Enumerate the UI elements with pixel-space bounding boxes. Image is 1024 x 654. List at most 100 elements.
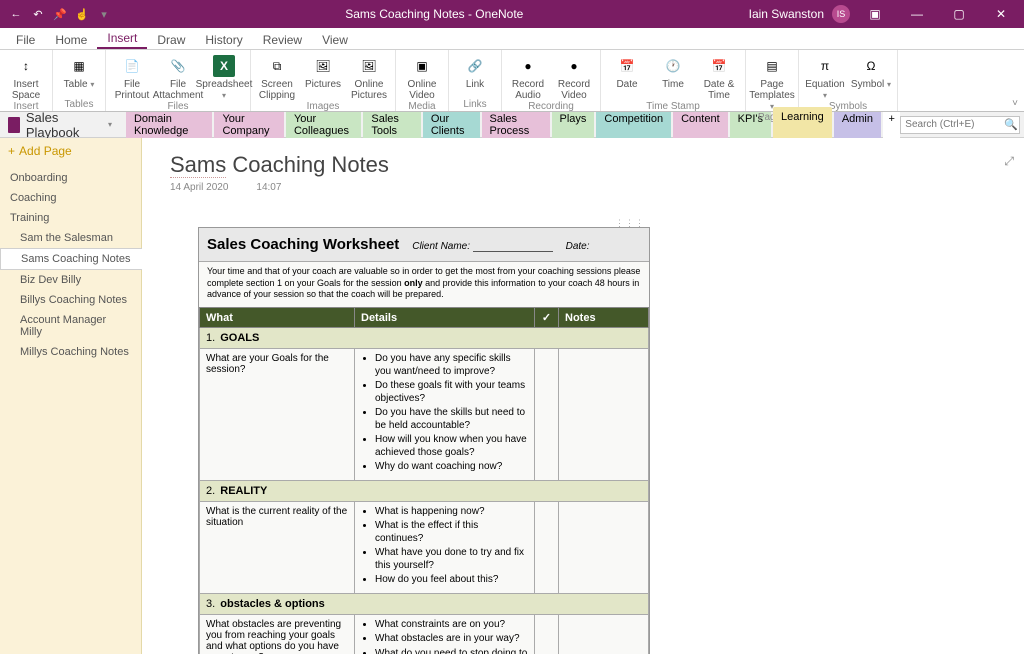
menu-tab-review[interactable]: Review (253, 29, 312, 49)
section-tab-plays[interactable]: Plays (552, 109, 595, 141)
menu-tab-file[interactable]: File (6, 29, 45, 49)
page-item-training[interactable]: Training (0, 208, 141, 228)
ribbon-record-video[interactable]: ●Record Video (552, 53, 596, 101)
ribbon-online-pictures[interactable]: 🖼Online Pictures (347, 53, 391, 101)
ribbon-link[interactable]: 🔗Link (453, 53, 497, 99)
ws-check (535, 349, 559, 481)
page-item-billys-coaching-notes[interactable]: Billys Coaching Notes (0, 290, 141, 310)
page-time[interactable]: 14:07 (256, 182, 281, 193)
th-check: ✓ (535, 308, 559, 328)
page-title[interactable]: Sams Coaching Notes (170, 152, 996, 178)
ws-detail-item: How do you feel about this? (375, 574, 528, 587)
ws-notes (559, 614, 649, 654)
ribbon-item-label: Screen Clipping (259, 79, 295, 101)
spreadsheet-icon: X (213, 55, 235, 77)
ribbon-group-recording: ●Record Audio●Record VideoRecording (502, 50, 601, 111)
record-video-icon: ● (563, 55, 585, 77)
ribbon-screen-clipping[interactable]: ⧉Screen Clipping (255, 53, 299, 101)
undo-icon[interactable]: ↶ (30, 6, 46, 22)
page-date[interactable]: 14 April 2020 (170, 182, 228, 193)
page-item-sams-coaching-notes[interactable]: Sams Coaching Notes (0, 248, 142, 270)
notebook-picker[interactable]: Sales Playbook ▾ (0, 112, 120, 137)
page-item-biz-dev-billy[interactable]: Biz Dev Billy (0, 270, 141, 290)
minimize-button[interactable]: — (900, 0, 934, 28)
menu-tab-draw[interactable]: Draw (147, 29, 195, 49)
page-item-account-manager-milly[interactable]: Account Manager Milly (0, 310, 141, 342)
ribbon-symbol[interactable]: ΩSymbol ▾ (849, 53, 893, 101)
ws-details: What constraints are on you?What obstacl… (355, 614, 535, 654)
add-section-button[interactable]: + (883, 109, 900, 141)
maximize-button[interactable]: ▢ (942, 0, 976, 28)
th-details: Details (355, 308, 535, 328)
ribbon-date-&-time[interactable]: 📅Date & Time (697, 53, 741, 101)
worksheet-container[interactable]: ⋮⋮⋮ Sales Coaching Worksheet Client Name… (198, 227, 650, 654)
search-icon[interactable]: 🔍 (1004, 118, 1018, 131)
ribbon-file-printout[interactable]: 📄File Printout (110, 53, 154, 101)
ribbon-time[interactable]: 🕐Time (651, 53, 695, 101)
worksheet-title: Sales Coaching Worksheet (207, 236, 399, 253)
avatar[interactable]: IS (832, 5, 850, 23)
ribbon-record-audio[interactable]: ●Record Audio (506, 53, 550, 101)
ws-detail-item: Why do want coaching now? (375, 461, 528, 474)
ribbon-item-label: Online Pictures (351, 79, 387, 101)
ribbon-insert-space[interactable]: ↕Insert Space (4, 53, 48, 101)
add-page-button[interactable]: + Add Page (0, 138, 141, 164)
online-pictures-icon: 🖼 (358, 55, 380, 77)
section-tab-your-company[interactable]: Your Company (214, 109, 284, 141)
chevron-down-icon: ▾ (108, 120, 112, 129)
section-tab-learning[interactable]: Learning (773, 107, 832, 139)
ribbon-group-label: Insert (0, 101, 52, 113)
qat-caret[interactable]: ▾ (96, 6, 112, 22)
window-title: Sams Coaching Notes - OneNote (120, 7, 749, 21)
page-item-millys-coaching-notes[interactable]: Millys Coaching Notes (0, 342, 141, 362)
ribbon-item-label: Link (466, 79, 484, 90)
section-tab-competition[interactable]: Competition (596, 109, 671, 141)
section-tab-content[interactable]: Content (673, 109, 728, 141)
menu-tab-insert[interactable]: Insert (97, 27, 147, 49)
ws-what: What obstacles are preventing you from r… (200, 614, 355, 654)
ribbon-online-video[interactable]: ▣Online Video (400, 53, 444, 101)
ws-detail-item: What have you done to try and fix this y… (375, 547, 528, 572)
touch-icon[interactable]: ☝ (74, 6, 90, 22)
ribbon-pictures[interactable]: 🖼Pictures (301, 53, 345, 101)
menu-tab-history[interactable]: History (195, 29, 252, 49)
ws-notes (559, 501, 649, 593)
ribbon-file-attachment[interactable]: 📎File Attachment (156, 53, 200, 101)
ribbon-spreadsheet[interactable]: XSpreadsheet ▾ (202, 53, 246, 101)
section-tab-sales-tools[interactable]: Sales Tools (363, 109, 420, 141)
ribbon-item-label: Spreadsheet ▾ (196, 79, 253, 101)
section-tab-domain-knowledge[interactable]: Domain Knowledge (126, 109, 213, 141)
page-canvas[interactable]: ⤢ Sams Coaching Notes 14 April 2020 14:0… (142, 138, 1024, 654)
ribbon-date[interactable]: 📅Date (605, 53, 649, 101)
insert-space-icon: ↕ (15, 55, 37, 77)
ws-section-goals: 1. GOALS (200, 328, 649, 349)
menu-tab-view[interactable]: View (312, 29, 358, 49)
ribbon-group-symbols: πEquation ▾ΩSymbol ▾Symbols (799, 50, 898, 111)
section-tab-our-clients[interactable]: Our Clients (423, 109, 480, 141)
page-item-onboarding[interactable]: Onboarding (0, 168, 141, 188)
section-tab-sales-process[interactable]: Sales Process (482, 109, 550, 141)
collapse-ribbon-icon[interactable]: ˅ (1012, 98, 1018, 109)
ribbon-item-label: Date & Time (704, 79, 735, 101)
ribbon-mode-icon[interactable]: ▣ (858, 0, 892, 28)
menu-tab-home[interactable]: Home (45, 29, 97, 49)
user-name[interactable]: Iain Swanston (749, 7, 824, 21)
section-bar: Sales Playbook ▾ Domain KnowledgeYour Co… (0, 112, 1024, 138)
page-list-panel: + Add Page OnboardingCoachingTrainingSam… (0, 138, 142, 654)
ribbon-group-media: ▣Online VideoMedia (396, 50, 449, 111)
ribbon-equation[interactable]: πEquation ▾ (803, 53, 847, 101)
search-input[interactable] (900, 116, 1020, 134)
ribbon-table[interactable]: ▦Table ▾ (57, 53, 101, 99)
back-icon[interactable]: ← (8, 6, 24, 22)
drag-handle-icon[interactable]: ⋮⋮⋮ (615, 218, 645, 229)
page-item-coaching[interactable]: Coaching (0, 188, 141, 208)
ribbon-page-templates[interactable]: ▤Page Templates ▾ (750, 53, 794, 112)
section-tab-your-colleagues[interactable]: Your Colleagues (286, 109, 361, 141)
pin-icon[interactable]: 📌 (52, 6, 68, 22)
close-button[interactable]: ✕ (984, 0, 1018, 28)
date-&-time-icon: 📅 (708, 55, 730, 77)
fullscreen-icon[interactable]: ⤢ (1004, 154, 1014, 169)
ws-detail-item: Do you have any specific skills you want… (375, 353, 528, 378)
section-tab-admin[interactable]: Admin (834, 109, 881, 141)
page-item-sam-the-salesman[interactable]: Sam the Salesman (0, 228, 141, 248)
